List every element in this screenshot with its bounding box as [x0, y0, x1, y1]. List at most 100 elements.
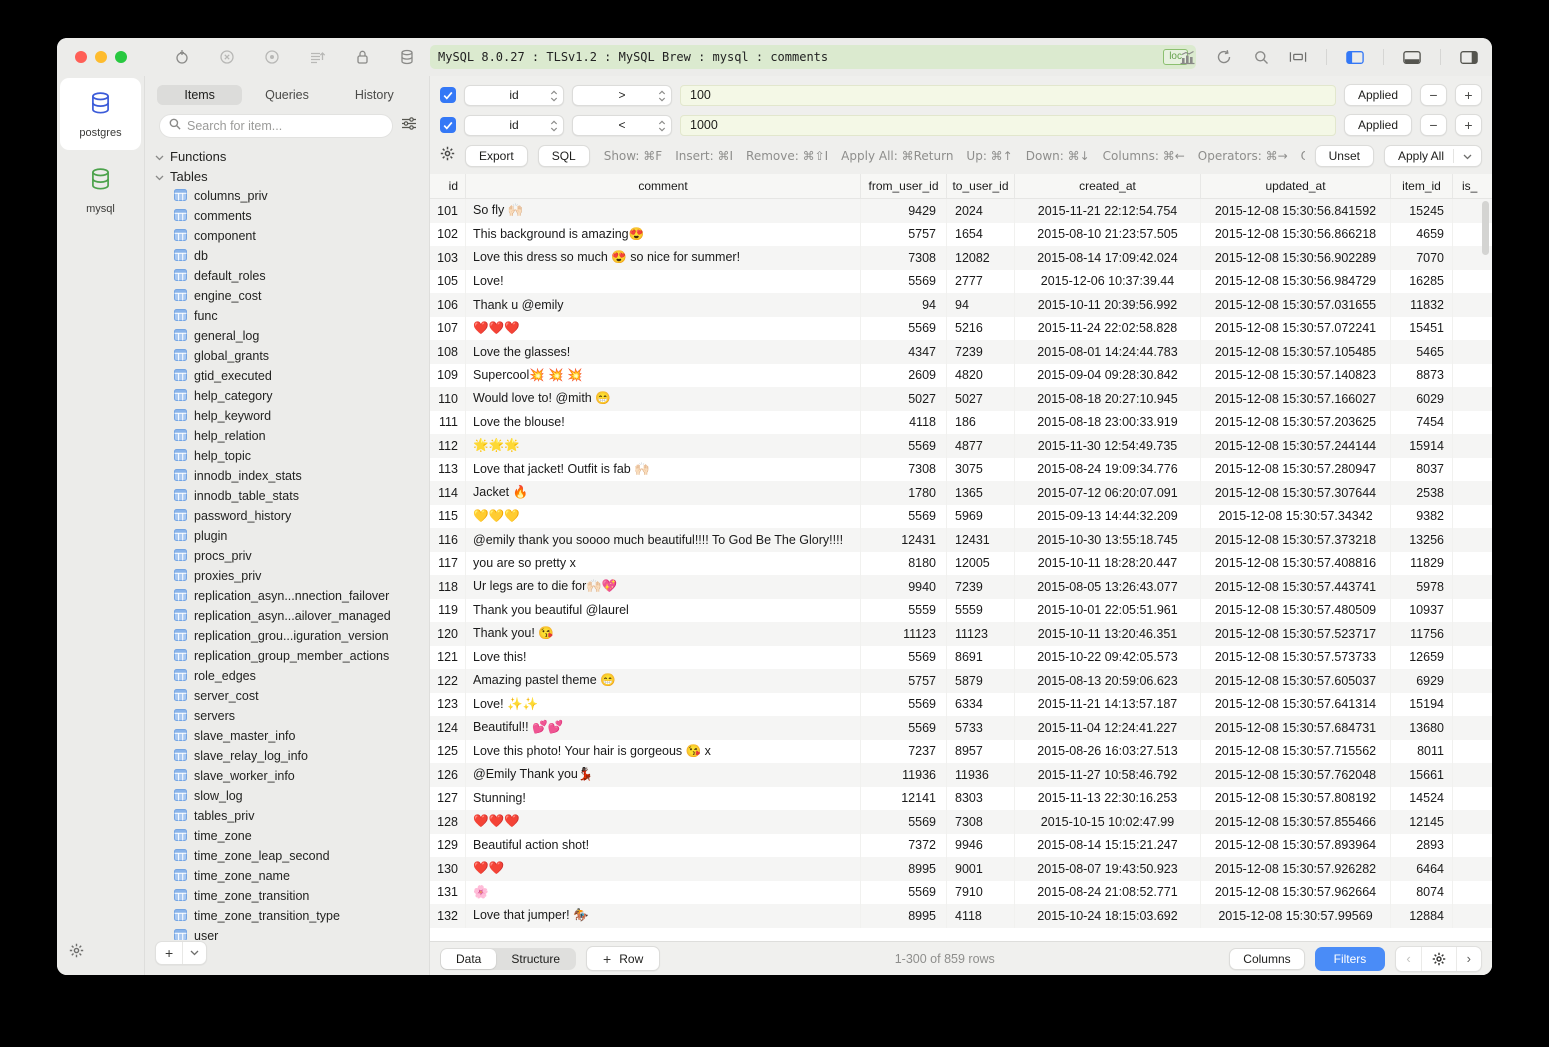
- sidebar-table-server_cost[interactable]: server_cost: [155, 686, 429, 706]
- filter-operator-select[interactable]: <: [572, 115, 672, 136]
- table-row[interactable]: 113Love that jacket! Outfit is fab 🙌🏻730…: [430, 458, 1492, 482]
- sidebar-table-help_keyword[interactable]: help_keyword: [155, 406, 429, 426]
- chevron-down-icon[interactable]: [183, 942, 206, 964]
- table-row[interactable]: 120Thank you! 😘11123111232015-10-11 13:2…: [430, 622, 1492, 646]
- table-row[interactable]: 126@Emily Thank you💃🏿11936119362015-11-2…: [430, 763, 1492, 787]
- toggle-right-panel-icon[interactable]: [1460, 48, 1478, 66]
- tab-history[interactable]: History: [332, 85, 417, 105]
- sidebar-table-comments[interactable]: comments: [155, 206, 429, 226]
- sidebar-table-time_zone_leap_second[interactable]: time_zone_leap_second: [155, 846, 429, 866]
- structure-tab[interactable]: Structure: [496, 949, 575, 969]
- filter-operator-select[interactable]: >: [572, 85, 672, 106]
- tree-group-functions[interactable]: Functions: [155, 146, 429, 166]
- table-row[interactable]: 119Thank you beautiful @laurel5559555920…: [430, 599, 1492, 623]
- connection-postgres[interactable]: postgres: [60, 78, 141, 150]
- table-row[interactable]: 111Love the blouse!41181862015-08-18 23:…: [430, 411, 1492, 435]
- chart-icon[interactable]: [1178, 48, 1196, 66]
- table-row[interactable]: 109Supercool💥 💥 💥260948202015-09-04 09:2…: [430, 364, 1492, 388]
- filter-checkbox[interactable]: [440, 117, 456, 133]
- sidebar-table-innodb_index_stats[interactable]: innodb_index_stats: [155, 466, 429, 486]
- refresh-icon[interactable]: [1215, 48, 1233, 66]
- columns-button[interactable]: Columns: [1229, 948, 1304, 970]
- table-row[interactable]: 102This background is amazing😍5757165420…: [430, 223, 1492, 247]
- table-row[interactable]: 108Love the glasses!434772392015-08-01 1…: [430, 340, 1492, 364]
- previous-page-button[interactable]: ‹: [1396, 947, 1421, 971]
- sidebar-table-default_roles[interactable]: default_roles: [155, 266, 429, 286]
- sidebar-table-help_category[interactable]: help_category: [155, 386, 429, 406]
- sidebar-table-component[interactable]: component: [155, 226, 429, 246]
- table-row[interactable]: 128❤️❤️❤️556973082015-10-15 10:02:47.992…: [430, 810, 1492, 834]
- sidebar-table-innodb_table_stats[interactable]: innodb_table_stats: [155, 486, 429, 506]
- table-row[interactable]: 106Thank u @emily94942015-10-11 20:39:56…: [430, 293, 1492, 317]
- toggle-left-panel-icon[interactable]: [1346, 48, 1364, 66]
- sidebar-table-slow_log[interactable]: slow_log: [155, 786, 429, 806]
- filter-settings-gear-icon[interactable]: [440, 146, 455, 166]
- sidebar-table-db[interactable]: db: [155, 246, 429, 266]
- table-row[interactable]: 103Love this dress so much 😍 so nice for…: [430, 246, 1492, 270]
- filter-remove-button[interactable]: −: [1420, 114, 1447, 136]
- column-header-is_[interactable]: is_: [1453, 174, 1492, 198]
- sidebar-table-time_zone_transition_type[interactable]: time_zone_transition_type: [155, 906, 429, 926]
- table-row[interactable]: 127Stunning!1214183032015-11-13 22:30:16…: [430, 787, 1492, 811]
- tree-group-tables[interactable]: Tables: [155, 166, 429, 186]
- add-row-button[interactable]: + Row: [586, 946, 660, 971]
- sql-button[interactable]: SQL: [538, 145, 590, 167]
- table-settings-gear-icon[interactable]: [1422, 947, 1457, 971]
- toggle-bottom-panel-icon[interactable]: [1403, 48, 1421, 66]
- database-icon[interactable]: [398, 48, 416, 66]
- sidebar-table-password_history[interactable]: password_history: [155, 506, 429, 526]
- add-item-button[interactable]: +: [155, 941, 207, 965]
- sidebar-table-func[interactable]: func: [155, 306, 429, 326]
- table-row[interactable]: 105Love!556927772015-12-06 10:37:39.4420…: [430, 270, 1492, 294]
- plus-icon[interactable]: +: [156, 942, 183, 964]
- table-row[interactable]: 118Ur legs are to die for🙌🏻💖994072392015…: [430, 575, 1492, 599]
- backup-icon[interactable]: [308, 48, 326, 66]
- text-width-icon[interactable]: [1289, 48, 1307, 66]
- column-header-id[interactable]: id: [430, 174, 466, 198]
- sidebar-table-gtid_executed[interactable]: gtid_executed: [155, 366, 429, 386]
- table-row[interactable]: 107❤️❤️❤️556952162015-11-24 22:02:58.828…: [430, 317, 1492, 341]
- filter-add-button[interactable]: +: [1455, 114, 1482, 136]
- sidebar-table-slave_relay_log_info[interactable]: slave_relay_log_info: [155, 746, 429, 766]
- search-icon[interactable]: [1252, 48, 1270, 66]
- table-row[interactable]: 115💛💛💛556959692015-09-13 14:44:32.209201…: [430, 505, 1492, 529]
- sidebar-table-replication_asyn...ailover_managed[interactable]: replication_asyn...ailover_managed: [155, 606, 429, 626]
- filter-sliders-icon[interactable]: [401, 117, 417, 135]
- filter-applied-button[interactable]: Applied: [1344, 114, 1412, 136]
- sidebar-table-slave_master_info[interactable]: slave_master_info: [155, 726, 429, 746]
- data-tab[interactable]: Data: [441, 949, 496, 969]
- connection-mysql[interactable]: mysql: [57, 154, 144, 226]
- table-row[interactable]: 125Love this photo! Your hair is gorgeou…: [430, 740, 1492, 764]
- filter-column-select[interactable]: id: [464, 115, 564, 136]
- sidebar-table-procs_priv[interactable]: procs_priv: [155, 546, 429, 566]
- connect-icon[interactable]: [173, 48, 191, 66]
- sidebar-table-time_zone[interactable]: time_zone: [155, 826, 429, 846]
- zoom-window-button[interactable]: [115, 51, 127, 63]
- table-row[interactable]: 124Beautiful!! 💕💕556957332015-11-04 12:2…: [430, 716, 1492, 740]
- column-header-from_user_id[interactable]: from_user_id: [861, 174, 947, 198]
- export-button[interactable]: Export: [465, 145, 528, 167]
- next-page-button[interactable]: ›: [1457, 947, 1481, 971]
- close-window-button[interactable]: [75, 51, 87, 63]
- unset-button[interactable]: Unset: [1315, 145, 1374, 167]
- sidebar-table-plugin[interactable]: plugin: [155, 526, 429, 546]
- filter-checkbox[interactable]: [440, 87, 456, 103]
- sidebar-table-user[interactable]: user: [155, 926, 429, 940]
- filter-value-input[interactable]: 100: [680, 85, 1336, 106]
- sidebar-table-role_edges[interactable]: role_edges: [155, 666, 429, 686]
- settings-gear-icon[interactable]: [69, 943, 84, 963]
- sidebar-table-time_zone_transition[interactable]: time_zone_transition: [155, 886, 429, 906]
- table-row[interactable]: 121Love this!556986912015-10-22 09:42:05…: [430, 646, 1492, 670]
- apply-all-button[interactable]: Apply All: [1384, 145, 1482, 167]
- sidebar-table-columns_priv[interactable]: columns_priv: [155, 186, 429, 206]
- filter-value-input[interactable]: 1000: [680, 115, 1336, 136]
- vertical-scrollbar[interactable]: [1482, 201, 1489, 255]
- minimize-window-button[interactable]: [95, 51, 107, 63]
- table-row[interactable]: 110Would love to! @mith 😁502750272015-08…: [430, 387, 1492, 411]
- sidebar-table-slave_worker_info[interactable]: slave_worker_info: [155, 766, 429, 786]
- filter-applied-button[interactable]: Applied: [1344, 84, 1412, 106]
- sidebar-table-help_relation[interactable]: help_relation: [155, 426, 429, 446]
- sidebar-table-proxies_priv[interactable]: proxies_priv: [155, 566, 429, 586]
- filters-button[interactable]: Filters: [1315, 947, 1386, 971]
- filter-add-button[interactable]: +: [1455, 84, 1482, 106]
